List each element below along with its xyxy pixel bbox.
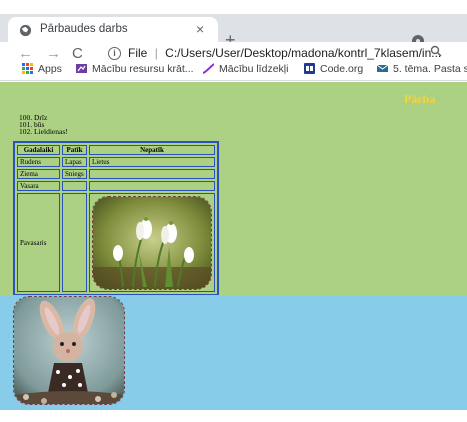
tab-strip: Pārbaudes darbs × + [0,14,467,50]
header-patik: Patīk [62,145,87,155]
table-cell: Rudens [17,157,60,167]
table-cell [89,169,215,179]
bookmark-label: Code.org [320,63,364,75]
bookmark-label: Mācību resursu krāt... [92,63,194,75]
url-display: File | C:/Users/User/Desktop/madona/kont… [128,46,441,60]
window-bottom [0,410,467,422]
search-icon[interactable] [430,45,442,57]
numbered-list: 100. Drīz 101. būs 102. Lieldienas! [19,114,68,136]
mail-icon [377,64,388,72]
page-content: Pārba 100. Drīz 101. būs 102. Lieldienas… [0,82,467,410]
code-org-icon [304,63,315,74]
header-gadalaiki: Gadalaiki [17,145,60,155]
easter-bunny-image [13,296,125,405]
table-cell: Lapas [62,157,87,167]
header-nepatik: Nepatīk [89,145,215,155]
url-scheme: File [128,46,148,60]
seasons-table: Gadalaiki Patīk Nepatīk Rudens Lapas Lie… [13,141,219,296]
bookmarks-bar: Apps Mācību resursu krāt... Mācību līdze… [0,60,467,81]
table-cell [62,193,87,292]
table-row: Ziema Sniegs [17,169,215,179]
bookmark-macibu-lidzekli[interactable]: Mācību līdzekļi [203,63,288,79]
table-cell [89,181,215,191]
table-cell [62,181,87,191]
bunny-icon [14,297,124,404]
swoosh-icon [203,63,214,74]
table-row: Rudens Lapas Lietus [17,157,215,167]
browser-tab[interactable]: Pārbaudes darbs × [8,17,218,42]
table-row: Vasara [17,181,215,191]
close-icon[interactable]: × [196,21,204,37]
list-item: 102. Lieldienas! [19,127,68,136]
info-icon[interactable]: i [108,47,121,60]
table-cell: Pavasaris [17,193,60,292]
bookmark-label: 5. tēma. Pasta sa [393,63,467,75]
bookmark-macibu-resursu[interactable]: Mācību resursu krāt... [76,63,194,79]
globe-icon [19,24,32,37]
tab-title: Pārbaudes darbs [40,23,128,35]
bookmark-folder-icon [76,64,87,73]
table-cell: Sniegs [62,169,87,179]
bookmark-label: Mācību līdzekļi [219,63,289,75]
table-cell-image [89,193,215,292]
bookmark-5-tema[interactable]: 5. tēma. Pasta sa [377,63,467,79]
bookmark-label: Apps [38,63,62,75]
page-heading: Pārba [404,92,436,106]
url-path: C:/Users/User/Desktop/madona/kontrl_7kla… [165,46,442,60]
table-cell: Ziema [17,169,60,179]
snowdrop-flower-icon [93,196,211,289]
snowdrop-image [92,195,212,290]
apps-grid-icon [22,63,33,74]
url-separator: | [154,46,158,60]
table-cell: Vasara [17,181,60,191]
window-titlebar [0,0,467,14]
table-cell: Lietus [89,157,215,167]
table-row: Pavasaris [17,193,215,292]
bookmark-code-org[interactable]: Code.org [304,63,363,79]
bookmark-apps[interactable]: Apps [22,63,62,79]
table-header-row: Gadalaiki Patīk Nepatīk [17,145,215,155]
